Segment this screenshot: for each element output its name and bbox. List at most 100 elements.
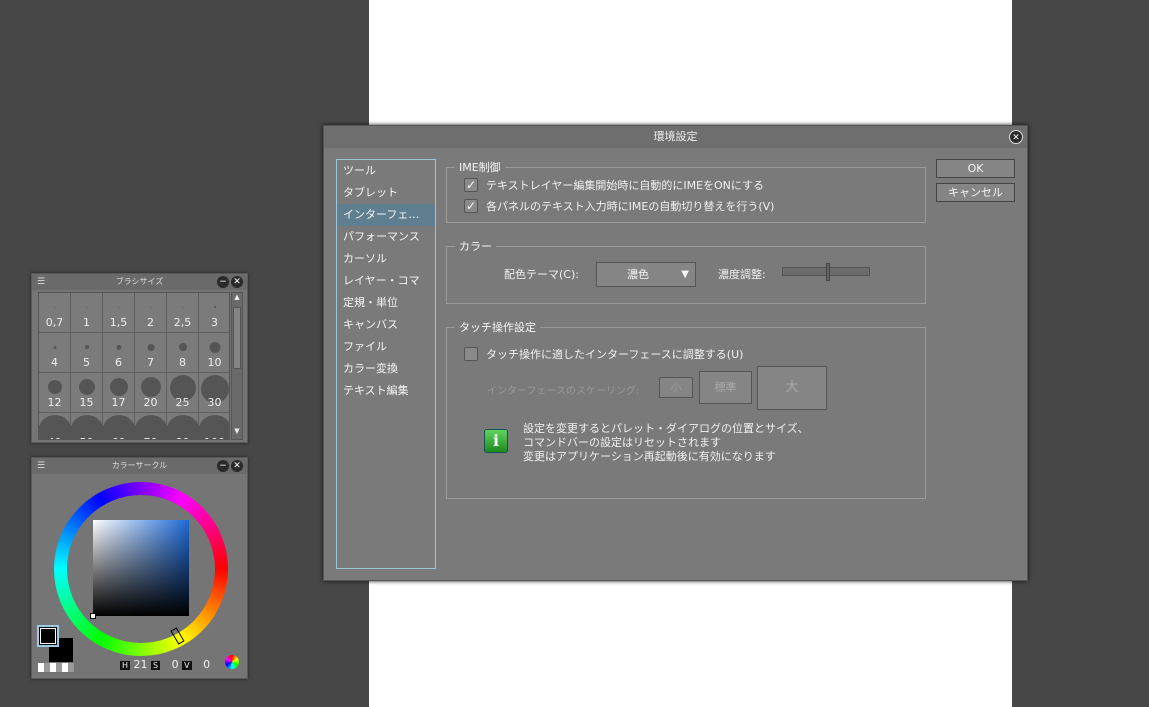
brush-size-label: 100	[199, 436, 229, 439]
brush-size-cell[interactable]: 10	[199, 333, 229, 373]
brush-size-dot-icon	[178, 343, 187, 351]
category-item[interactable]: タブレット	[337, 182, 435, 204]
brush-size-label: 1,5	[109, 316, 128, 329]
brush-size-dot-icon	[116, 344, 121, 350]
brush-size-cell[interactable]: 7	[135, 333, 167, 373]
sv-cursor[interactable]	[90, 613, 96, 619]
category-item[interactable]: インターフェ…	[337, 204, 435, 226]
category-item[interactable]: ツール	[337, 160, 435, 182]
touch-interface-checkbox[interactable]	[464, 347, 478, 361]
brush-size-cell[interactable]: 100	[197, 413, 229, 439]
brush-size-cell[interactable]: 0,7	[39, 293, 71, 333]
brush-size-label: 8	[179, 356, 186, 369]
brush-size-cell[interactable]: 17	[103, 373, 135, 413]
brush-size-dot-icon	[209, 341, 220, 353]
brush-size-cell[interactable]: 50	[69, 413, 104, 439]
brush-size-cell[interactable]: 70	[133, 413, 168, 439]
close-icon[interactable]: ✕	[231, 276, 243, 288]
brush-size-label: 3	[211, 316, 218, 329]
brush-size-cell[interactable]: 3	[199, 293, 229, 333]
dialog-title-bar[interactable]: 環境設定	[324, 126, 1027, 148]
minimize-icon[interactable]: −	[217, 460, 229, 472]
brush-size-cell[interactable]: 2	[135, 293, 167, 333]
brush-size-label: 15	[79, 396, 94, 409]
brush-size-cell[interactable]: 4	[39, 333, 71, 373]
info-text-line3: 変更はアプリケーション再起動後に有効になります	[523, 450, 776, 463]
scroll-thumb[interactable]	[233, 307, 241, 369]
dialog-title: 環境設定	[653, 130, 698, 143]
category-list: ツール タブレット インターフェ… パフォーマンス カーソル レイヤー・コマ 定規・単位 キャ…	[336, 159, 436, 569]
brush-size-label: 12	[47, 396, 62, 409]
category-item[interactable]: レイヤー・コマ	[337, 270, 435, 292]
panel-title: ブラシサイズ	[115, 277, 164, 286]
saturation-value-square[interactable]	[93, 520, 189, 616]
brush-size-title-bar[interactable]: ☰ ブラシサイズ − ✕	[32, 274, 247, 290]
brush-size-label: 20	[143, 396, 158, 409]
brush-size-cell[interactable]: 40	[39, 413, 72, 439]
category-item[interactable]: カーソル	[337, 248, 435, 270]
brush-size-label: 70	[135, 436, 166, 439]
transparent-color-swatch[interactable]	[38, 663, 74, 672]
minimize-icon[interactable]: −	[217, 276, 229, 288]
category-item[interactable]: カラー変換	[337, 358, 435, 380]
ok-button[interactable]: OK	[936, 159, 1015, 178]
brush-size-label: 2,5	[173, 316, 192, 329]
hsv-readout: H 21 S 0 V 0	[120, 658, 210, 671]
category-item[interactable]: キャンバス	[337, 314, 435, 336]
brush-size-dot-icon	[53, 345, 56, 349]
brush-size-cell[interactable]: 80	[165, 413, 200, 439]
color-circle-title-bar[interactable]: ☰ カラーサークル − ✕	[32, 458, 247, 474]
ime-auto-switch-checkbox[interactable]: ✓	[464, 199, 478, 213]
category-item[interactable]: 定規・単位	[337, 292, 435, 314]
brush-size-label: 25	[175, 396, 190, 409]
brush-size-label: 80	[167, 436, 198, 439]
ime-auto-on-checkbox[interactable]: ✓	[464, 178, 478, 192]
brush-size-cell[interactable]: 30	[199, 373, 229, 413]
brush-size-cell[interactable]: 5	[71, 333, 103, 373]
scaling-large-button[interactable]: 大	[757, 366, 827, 410]
brush-size-cell[interactable]: 20	[135, 373, 167, 413]
scrollbar[interactable]: ▲ ▼	[231, 292, 243, 440]
brush-size-label: 5	[83, 356, 90, 369]
color-mode-icon[interactable]	[225, 655, 239, 669]
panel-menu-icon[interactable]: ☰	[37, 274, 45, 290]
brush-size-dot-icon	[86, 306, 87, 308]
ime-auto-switch-label: 各パネルのテキスト入力時にIMEの自動切り替えを行う(V)	[486, 200, 775, 213]
category-item[interactable]: ファイル	[337, 336, 435, 358]
brush-size-dot-icon	[213, 306, 216, 308]
scaling-label: インターフェースのスケーリング:	[487, 386, 640, 397]
s-value: 0	[171, 658, 179, 671]
category-item[interactable]: パフォーマンス	[337, 226, 435, 248]
theme-select[interactable]: 濃色 ▼	[596, 262, 696, 287]
brush-size-label: 1	[83, 316, 90, 329]
scroll-down-icon[interactable]: ▼	[232, 427, 242, 439]
scaling-normal-button[interactable]: 標準	[699, 371, 752, 404]
brush-size-cell[interactable]: 6	[103, 333, 135, 373]
close-icon[interactable]: ✕	[1009, 130, 1023, 144]
cancel-button[interactable]: キャンセル	[936, 183, 1015, 202]
brush-size-label: 7	[147, 356, 154, 369]
close-icon[interactable]: ✕	[231, 460, 243, 472]
brush-size-cell[interactable]: 60	[101, 413, 136, 439]
density-slider[interactable]	[782, 263, 870, 281]
v-label: V	[182, 661, 192, 670]
brush-size-cell[interactable]: 1	[71, 293, 103, 333]
category-item[interactable]: テキスト編集	[337, 380, 435, 402]
brush-size-cell[interactable]: 8	[167, 333, 199, 373]
panel-menu-icon[interactable]: ☰	[37, 458, 45, 474]
scaling-small-button[interactable]: 小	[659, 377, 693, 398]
theme-value: 濃色	[627, 268, 649, 281]
scroll-up-icon[interactable]: ▲	[232, 293, 242, 305]
brush-size-dot-icon	[47, 380, 62, 394]
ime-auto-on-label: テキストレイヤー編集開始時に自動的にIMEをONにする	[486, 179, 765, 192]
brush-size-cell[interactable]: 25	[167, 373, 199, 413]
brush-size-cell[interactable]: 15	[71, 373, 103, 413]
brush-size-dot-icon	[182, 306, 183, 308]
brush-size-cell[interactable]: 12	[39, 373, 71, 413]
theme-label: 配色テーマ(C):	[504, 268, 579, 281]
brush-size-cell[interactable]: 1,5	[103, 293, 135, 333]
main-color-swatch[interactable]	[37, 625, 59, 647]
brush-size-cell[interactable]: 2,5	[167, 293, 199, 333]
brush-size-label: 17	[111, 396, 126, 409]
density-slider-thumb[interactable]	[826, 263, 830, 281]
